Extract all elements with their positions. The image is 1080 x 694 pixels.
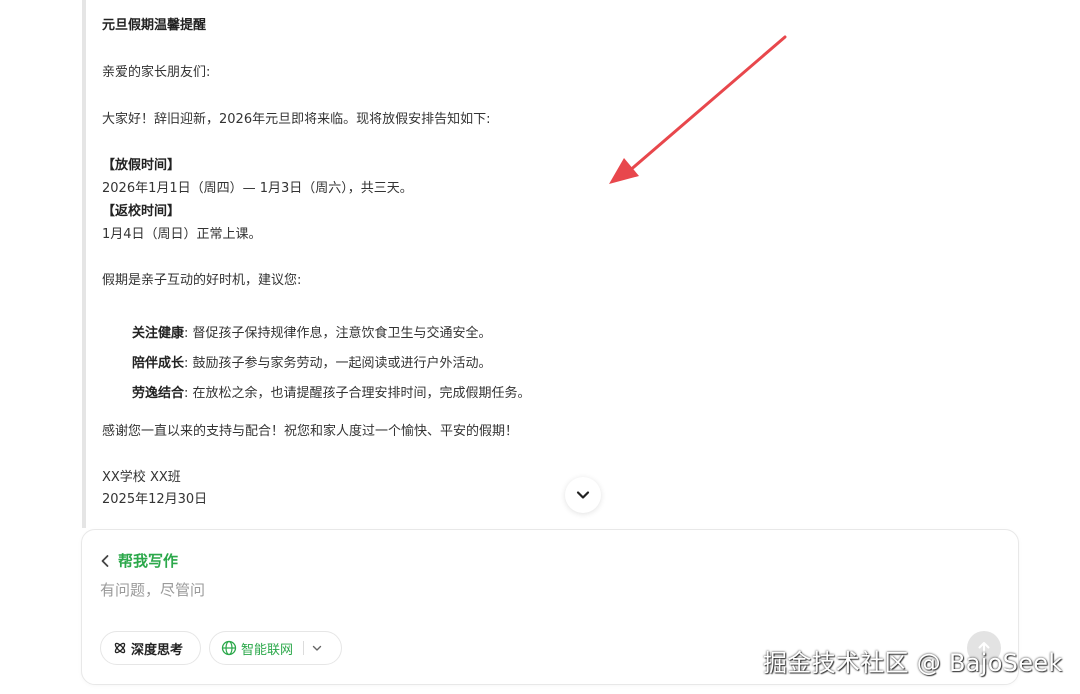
holiday-heading: 【放假时间】 xyxy=(102,158,181,173)
note-signature: XX学校 XX班 xyxy=(102,470,181,485)
scroll-down-button[interactable] xyxy=(565,477,601,513)
list-item-label: 陪伴成长 xyxy=(132,356,185,371)
note-greeting: 亲爱的家长朋友们: xyxy=(102,65,211,80)
watermark: 掘金技术社区 @ BajoSeek xyxy=(763,649,1063,677)
writing-mode-tag[interactable]: 帮我写作 xyxy=(100,550,178,571)
note-closing: 感谢您一直以来的支持与配合！祝您和家人度过一个愉快、平安的假期！ xyxy=(102,424,519,439)
atom-icon xyxy=(113,641,127,655)
chevron-down-icon[interactable] xyxy=(311,642,323,654)
deep-think-button[interactable]: 深度思考 xyxy=(100,631,201,665)
suggestion-intro: 假期是亲子互动的好时机，建议您: xyxy=(102,273,302,288)
list-item-text: : 在放松之余，也请提醒孩子合理安排时间，完成假期任务。 xyxy=(184,386,531,401)
return-heading: 【返校时间】 xyxy=(102,204,181,219)
writing-mode-label: 帮我写作 xyxy=(118,552,179,570)
prompt-input[interactable] xyxy=(100,577,980,603)
web-search-button[interactable]: 智能联网 xyxy=(209,631,342,665)
list-item-text: : 鼓励孩子参与家务劳动，一起阅读或进行户外活动。 xyxy=(184,356,492,371)
list-item: 陪伴成长: 鼓励孩子参与家务劳动，一起阅读或进行户外活动。 xyxy=(132,354,492,374)
divider xyxy=(303,641,305,655)
list-item-label: 关注健康 xyxy=(132,326,185,341)
holiday-text: 2026年1月1日（周四）— 1月3日（周六），共三天。 xyxy=(102,181,413,196)
list-item-label: 劳逸结合 xyxy=(132,386,185,401)
chat-page: 元旦假期温馨提醒 亲爱的家长朋友们: 大家好！辞旧迎新，2026年元旦即将来临。… xyxy=(0,0,1080,694)
generated-note: 元旦假期温馨提醒 亲爱的家长朋友们: 大家好！辞旧迎新，2026年元旦即将来临。… xyxy=(82,0,686,528)
list-item: 劳逸结合: 在放松之余，也请提醒孩子合理安排时间，完成假期任务。 xyxy=(132,384,531,404)
note-intro: 大家好！辞旧迎新，2026年元旦即将来临。现将放假安排告知如下: xyxy=(102,112,491,127)
note-date: 2025年12月30日 xyxy=(102,492,208,507)
chevron-left-icon[interactable] xyxy=(100,554,110,568)
note-title: 元旦假期温馨提醒 xyxy=(102,18,207,33)
chevron-down-icon xyxy=(576,491,590,499)
return-text: 1月4日（周日）正常上课。 xyxy=(102,227,262,242)
list-item: 关注健康: 督促孩子保持规律作息，注意饮食卫生与交通安全。 xyxy=(132,324,492,344)
list-item-text: : 督促孩子保持规律作息，注意饮食卫生与交通安全。 xyxy=(184,326,492,341)
web-search-label: 智能联网 xyxy=(241,642,294,658)
deep-think-label: 深度思考 xyxy=(131,642,184,658)
globe-icon xyxy=(221,640,237,656)
